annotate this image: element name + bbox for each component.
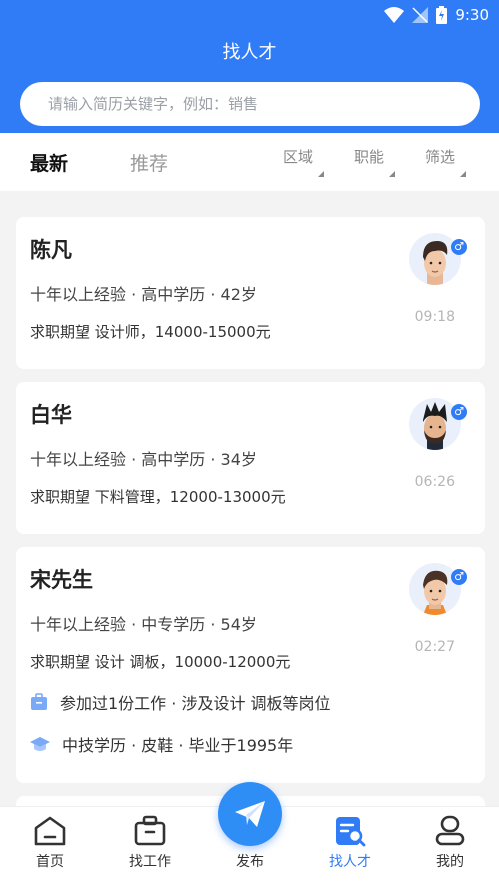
candidate-expectation: 求职期望 设计 调板，10000-12000元 xyxy=(30,653,291,671)
nav-find-job[interactable]: 找工作 xyxy=(100,807,200,871)
update-time: 02:27 xyxy=(414,639,455,655)
filter-region-label: 区域 xyxy=(283,148,314,166)
candidate-meta: 十年以上经验 · 高中学历 · 34岁 xyxy=(30,450,257,469)
update-time: 06:26 xyxy=(414,474,455,490)
search-bar[interactable] xyxy=(20,82,480,126)
search-input[interactable] xyxy=(20,82,480,126)
nav-find-talent-label: 找人才 xyxy=(329,854,371,870)
candidate-meta: 十年以上经验 · 中专学历 · 54岁 xyxy=(30,615,257,634)
work-experience-text: 参加过1份工作 · 涉及设计 调板等岗位 xyxy=(60,694,331,713)
candidate-card[interactable]: 白华 十年以上经验 · 高中学历 · 34岁 求职期望 下料管理，12000-1… xyxy=(16,382,485,534)
user-icon xyxy=(435,815,465,846)
dropdown-triangle-icon xyxy=(389,171,396,177)
male-icon: ♂ xyxy=(451,239,467,255)
candidate-name: 陈凡 xyxy=(30,238,72,262)
page-title: 找人才 xyxy=(222,42,277,63)
nav-find-job-label: 找工作 xyxy=(129,854,171,870)
publish-button[interactable] xyxy=(218,782,282,846)
nav-home[interactable]: 首页 xyxy=(0,807,100,871)
wifi-icon xyxy=(384,7,405,23)
dropdown-triangle-icon xyxy=(318,171,325,177)
filter-more[interactable]: 筛选 xyxy=(425,146,467,177)
status-time: 9:30 xyxy=(455,6,489,24)
nav-mine-label: 我的 xyxy=(436,854,464,870)
update-time: 09:18 xyxy=(414,309,455,325)
candidate-meta: 十年以上经验 · 高中学历 · 42岁 xyxy=(30,285,257,304)
tab-recommended[interactable]: 推荐 xyxy=(130,149,168,176)
candidate-name: 宋先生 xyxy=(30,568,93,592)
nav-publish-label: 发布 xyxy=(236,854,264,870)
nav-home-label: 首页 xyxy=(36,854,64,870)
male-icon: ♂ xyxy=(451,404,467,420)
male-icon: ♂ xyxy=(451,569,467,585)
talent-search-icon xyxy=(336,817,366,847)
filter-more-label: 筛选 xyxy=(425,148,456,166)
paper-plane-icon xyxy=(235,801,265,827)
candidate-expectation: 求职期望 设计师，14000-15000元 xyxy=(30,323,271,341)
filter-function-label: 职能 xyxy=(354,148,385,166)
education-row: 中技学历 · 皮鞋 · 毕业于1995年 xyxy=(30,732,293,756)
tab-latest[interactable]: 最新 xyxy=(30,149,68,176)
nav-find-talent[interactable]: 找人才 xyxy=(300,807,400,871)
filter-function[interactable]: 职能 xyxy=(354,146,396,177)
candidate-card[interactable]: 宋先生 十年以上经验 · 中专学历 · 54岁 求职期望 设计 调板，10000… xyxy=(16,547,485,783)
candidate-card[interactable]: 陈凡 十年以上经验 · 高中学历 · 42岁 求职期望 设计师，14000-15… xyxy=(16,217,485,369)
filter-region[interactable]: 区域 xyxy=(283,146,325,177)
briefcase-icon xyxy=(134,815,166,846)
no-signal-icon xyxy=(412,7,429,23)
work-experience-row: 参加过1份工作 · 涉及设计 调板等岗位 xyxy=(30,690,331,714)
briefcase-icon xyxy=(31,693,47,710)
status-bar: 9:30 xyxy=(384,4,489,26)
graduation-cap-icon xyxy=(30,737,50,751)
nav-mine[interactable]: 我的 xyxy=(400,807,499,871)
candidate-expectation: 求职期望 下料管理，12000-13000元 xyxy=(30,488,286,506)
home-icon xyxy=(34,816,66,846)
header: 9:30 找人才 xyxy=(0,0,499,133)
dropdown-triangle-icon xyxy=(460,171,467,177)
candidate-name: 白华 xyxy=(30,403,72,427)
education-text: 中技学历 · 皮鞋 · 毕业于1995年 xyxy=(62,736,294,755)
battery-icon xyxy=(436,6,448,24)
